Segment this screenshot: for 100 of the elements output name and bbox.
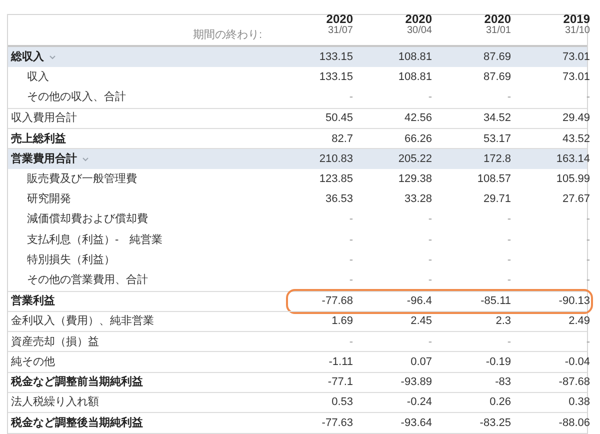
table-cell-text: - [428,212,432,228]
table-cell-text: 33.28 [404,192,432,207]
column-year: 2020 [326,13,353,25]
row-label: 資産売却（損）益 [11,334,99,350]
table-cell-text: -88.06 [558,416,590,431]
table-cell-text: - [428,273,432,288]
table-cell-text: - [349,252,353,268]
table-cell-text: - [349,232,353,248]
table-cell-text: - [349,212,353,228]
table-cell-text: - [349,90,353,106]
table-cell-text: 82.7 [332,132,353,147]
column-date: 31/07 [328,25,353,37]
table-cell-text: 87.69 [483,50,511,65]
table-cell-text: - [428,90,432,106]
table-cell-text: -85.11 [480,294,511,309]
table-cell-text: - [586,273,590,288]
table-cell-text: 53.17 [483,132,511,147]
table-cell-text: 2.49 [568,314,590,330]
table-cell-text: 73.01 [562,70,590,86]
table-cell-text: -87.68 [558,375,590,390]
table-cell-text: 108.81 [398,70,432,86]
table-cell-text: - [507,90,511,106]
table-cell-text: 1.69 [332,314,353,330]
table-cell-text: - [507,212,511,228]
chevron-icon[interactable] [49,54,56,60]
row-label: 営業利益 [11,294,55,309]
table-cell-text: - [349,334,353,350]
table-cell-text: 29.49 [562,111,590,126]
row-label: 収入 [27,70,49,86]
table-cell-text: -77.63 [322,416,353,431]
table-cell-text: 34.52 [483,111,511,126]
table-cell-text: - [586,232,590,248]
table-cell-text: -77.68 [322,294,353,309]
column-date: 30/04 [406,25,432,37]
table-cell-text: - [349,273,353,288]
column-year: 2019 [563,13,590,25]
table-cell-text: -0.19 [486,354,511,370]
table-cell-text: 108.57 [477,172,511,187]
table-cell-text: 36.53 [325,192,353,207]
row-label: 純その他 [11,354,55,370]
row-label: 支払利息（利益）- 純営業 [27,232,163,248]
table-cell-text: 105.99 [556,172,590,187]
table-cell-text: -1.11 [328,354,353,370]
table-cell-text: 205.22 [398,152,432,167]
table-cell-text: 172.8 [483,152,511,167]
row-label: 税金など調整後当期純利益 [11,416,143,431]
table-cell-text: 87.69 [483,70,511,86]
table-cell-text: 73.01 [562,50,590,65]
table-cell-text: 108.81 [398,50,432,65]
table-cell-text: 50.45 [325,111,353,126]
row-label: 減価償却費および償却費 [27,212,148,228]
table-cell-text: -96.4 [406,294,432,309]
table-cell-text: 27.67 [562,192,590,207]
table-cell-text: 129.38 [398,172,432,187]
table-cell-text: 133.15 [319,50,353,65]
row-label: 金利収入（費用）、純非営業 [11,314,154,330]
table-cell-text: - [428,232,432,248]
table-cell-text: 0.53 [332,395,353,410]
table-cell-text: 210.83 [319,152,353,167]
table-cell-text: 0.26 [490,395,511,410]
table-cell-text: - [586,334,590,350]
table-cell-text: - [586,212,590,228]
row-label: 法人税繰り入れ額 [11,394,99,410]
table-cell-text: - [428,252,432,268]
table-cell-text: - [507,252,511,268]
period-end-label: 期間の終わり: [192,28,262,43]
column-year: 2020 [484,13,511,25]
row-label: その他の営業費用、合計 [27,272,148,288]
table-cell-text: -0.24 [406,395,432,410]
table-cell-text: 133.15 [319,70,353,86]
row-label: その他の収入、合計 [27,90,126,106]
column-date: 31/10 [564,25,590,37]
table-cell-text: -0.04 [564,354,590,370]
table-cell-text: 29.71 [483,192,511,207]
table-cell-text: - [586,90,590,106]
table-cell-text: 123.85 [319,172,353,187]
row-label: 総収入 [11,50,44,65]
table-cell-text: 66.26 [404,132,432,147]
table-cell-text: 42.56 [404,111,432,126]
table-cell-text: - [428,334,432,350]
column-year: 2020 [405,13,432,25]
table-cell-text: - [507,232,511,248]
table-cell-text: 2.45 [410,314,432,330]
table-cell-text: - [507,273,511,288]
table-cell-text: 0.07 [410,354,432,370]
table-cell-text: 43.52 [562,132,590,147]
table-cell-text: 2.3 [496,314,511,330]
row-label: 特別損失（利益） [27,252,115,268]
table-cell-text: -90.13 [558,294,590,309]
row-label: 売上総利益 [11,132,66,147]
table-cell-text: -83.25 [480,416,511,431]
row-label: 収入費用合計 [11,110,77,126]
column-date: 31/01 [486,25,511,37]
table-cell-text: - [586,252,590,268]
row-label: 販売費及び一般管理費 [27,172,137,187]
row-label: 研究開発 [27,192,71,207]
row-label: 営業費用合計 [11,152,77,167]
chevron-icon[interactable] [82,156,89,162]
table-cell-text: -77.1 [328,375,353,390]
table-cell-text: 0.38 [568,395,590,410]
